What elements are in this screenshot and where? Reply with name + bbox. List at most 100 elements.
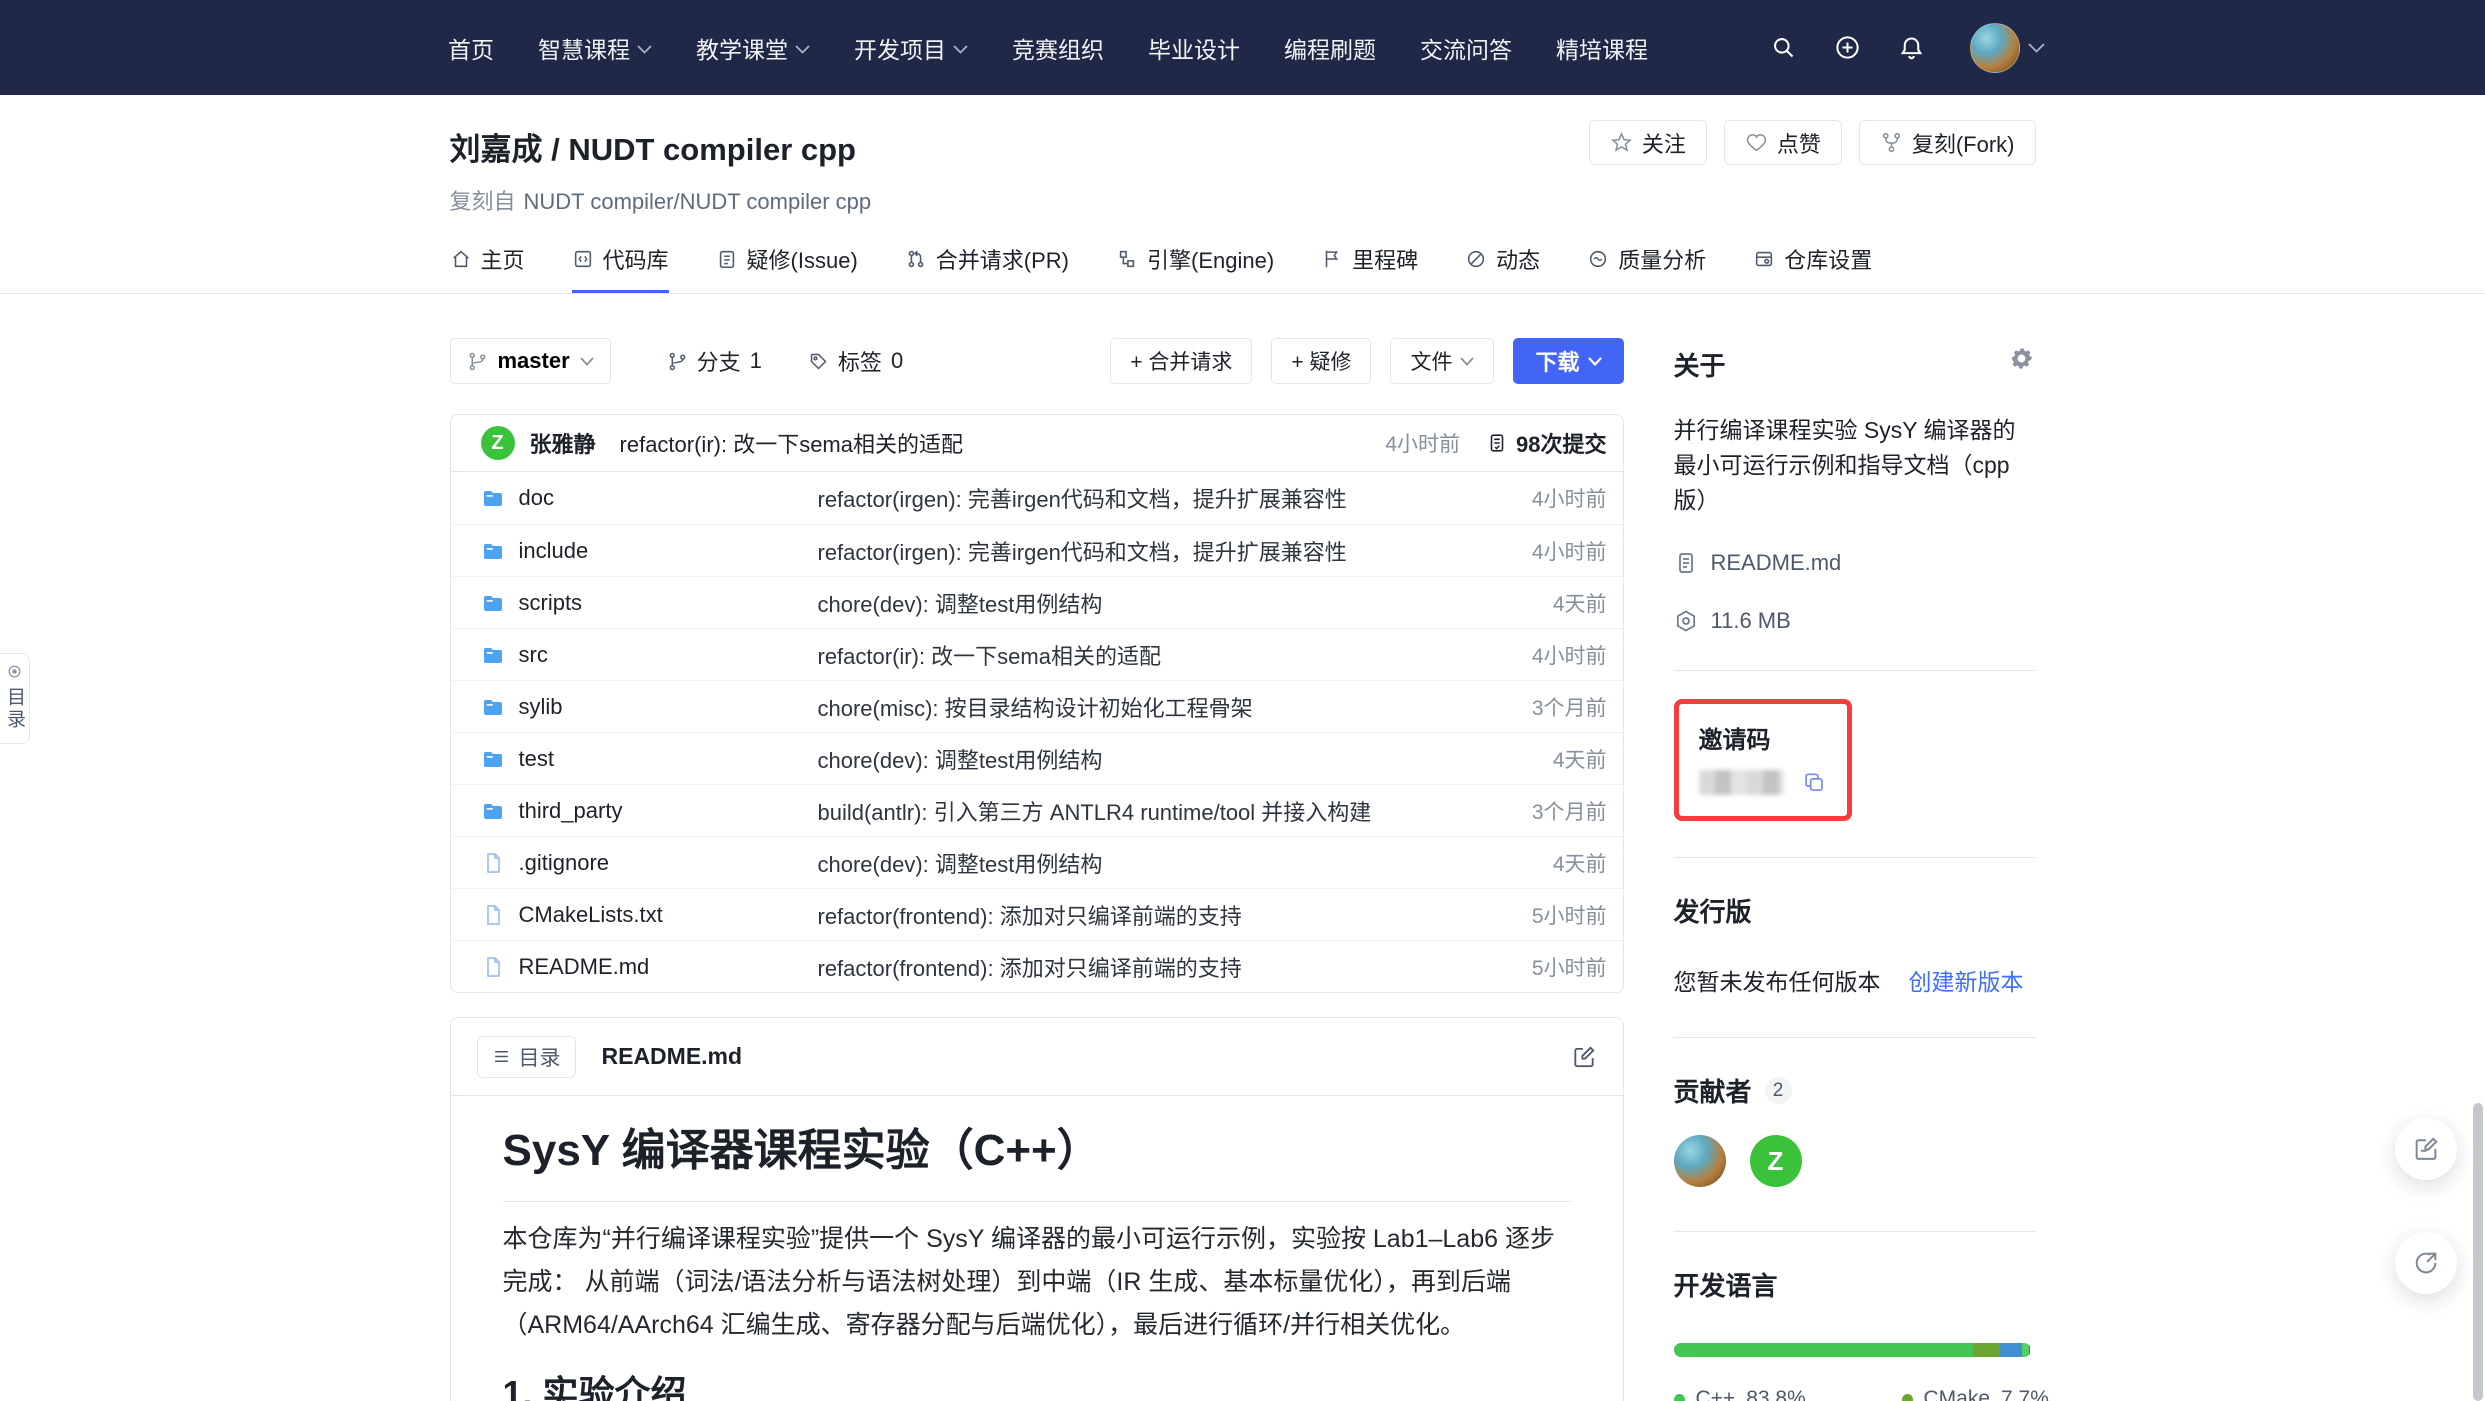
bell-icon[interactable]	[1898, 34, 1925, 61]
nav-item-competitions[interactable]: 竞赛组织	[1012, 31, 1104, 65]
pull-request-icon	[905, 248, 927, 270]
activity-icon	[1465, 248, 1487, 270]
branch-selector[interactable]: master	[450, 338, 611, 384]
file-commit-message[interactable]: refactor(ir): 改一下sema相关的适配	[818, 639, 1467, 671]
nav-item-graduation[interactable]: 毕业设计	[1148, 31, 1240, 65]
contributor-avatar[interactable]: Z	[1750, 1135, 1802, 1187]
table-row[interactable]: third_party build(antlr): 引入第三方 ANTLR4 r…	[451, 784, 1623, 836]
toc-side-tab[interactable]: 目录	[0, 653, 30, 744]
table-row[interactable]: include refactor(irgen): 完善irgen代码和文档，提升…	[451, 524, 1623, 576]
commits-link[interactable]: 98次提交	[1486, 427, 1606, 459]
tab-home[interactable]: 主页	[450, 243, 525, 293]
nav-item-premium-courses[interactable]: 精培课程	[1556, 31, 1648, 65]
readme-title: SysY 编译器课程实验（C++）	[503, 1126, 1571, 1177]
file-commit-message[interactable]: build(antlr): 引入第三方 ANTLR4 runtime/tool …	[818, 795, 1467, 827]
file-commit-message[interactable]: chore(dev): 调整test用例结构	[818, 743, 1467, 775]
file-commit-message[interactable]: chore(misc): 按目录结构设计初始化工程骨架	[818, 691, 1467, 723]
new-pr-button[interactable]: + 合并请求	[1110, 338, 1252, 384]
gear-icon[interactable]	[2009, 346, 2034, 371]
edit-icon[interactable]	[1571, 1044, 1597, 1070]
share-button[interactable]	[2395, 1232, 2457, 1294]
file-link[interactable]: third_party	[481, 798, 818, 824]
nav-item-qa[interactable]: 交流问答	[1420, 31, 1512, 65]
table-row[interactable]: scripts chore(dev): 调整test用例结构 4天前	[451, 576, 1623, 628]
file-link[interactable]: doc	[481, 485, 818, 511]
file-icon	[481, 851, 505, 875]
commit-author-avatar[interactable]: Z	[481, 426, 515, 460]
fork-icon	[1880, 131, 1903, 154]
commit-author[interactable]: 张雅静	[530, 427, 596, 459]
table-row[interactable]: src refactor(ir): 改一下sema相关的适配 4小时前	[451, 628, 1623, 680]
file-commit-message[interactable]: refactor(irgen): 完善irgen代码和文档，提升扩展兼容性	[818, 482, 1467, 514]
table-row[interactable]: doc refactor(irgen): 完善irgen代码和文档，提升扩展兼容…	[451, 472, 1623, 524]
download-button[interactable]: 下载	[1513, 338, 1623, 384]
file-link[interactable]: test	[481, 746, 818, 772]
like-button[interactable]: 点赞	[1724, 120, 1842, 165]
file-commit-time: 3个月前	[1467, 796, 1607, 826]
chevron-down-icon	[580, 357, 594, 366]
file-link[interactable]: src	[481, 642, 818, 668]
file-link[interactable]: include	[481, 538, 818, 564]
tab-code[interactable]: 代码库	[572, 243, 669, 293]
folder-icon	[481, 539, 505, 563]
copy-icon[interactable]	[1802, 769, 1827, 796]
nav-item-smart-courses[interactable]: 智慧课程	[538, 31, 652, 65]
file-menu-button[interactable]: 文件	[1390, 338, 1494, 384]
tags-link[interactable]: 标签0	[808, 345, 903, 377]
chevron-down-icon	[637, 45, 652, 54]
plus-circle-icon[interactable]	[1834, 34, 1861, 61]
repo-size: 11.6 MB	[1674, 608, 2036, 634]
readme-link[interactable]: README.md	[1674, 550, 2036, 576]
file-link[interactable]: .gitignore	[481, 850, 818, 876]
fork-button[interactable]: 复刻(Fork)	[1859, 120, 2036, 165]
file-commit-message[interactable]: refactor(frontend): 添加对只编译前端的支持	[818, 951, 1467, 983]
repo-main-column: master 分支1 标签0 + 合并请求	[450, 294, 1624, 1401]
file-link[interactable]: sylib	[481, 694, 818, 720]
repo-settings-icon	[1753, 248, 1775, 270]
divider	[1674, 1231, 2036, 1232]
table-row[interactable]: test chore(dev): 调整test用例结构 4天前	[451, 732, 1623, 784]
tab-activity[interactable]: 动态	[1465, 243, 1540, 293]
tab-pull-requests[interactable]: 合并请求(PR)	[905, 243, 1069, 293]
file-link[interactable]: CMakeLists.txt	[481, 902, 818, 928]
tab-settings[interactable]: 仓库设置	[1753, 243, 1872, 293]
file-link[interactable]: scripts	[481, 590, 818, 616]
repository-page: 首页 智慧课程 教学课堂 开发项目 竞赛组织 毕业设计 编程刷题 交流问答 精培…	[0, 0, 2485, 1401]
contributor-avatar[interactable]	[1674, 1135, 1726, 1187]
language-item: CMake7.7%	[1902, 1387, 2052, 1401]
file-commit-message[interactable]: chore(dev): 调整test用例结构	[818, 587, 1467, 619]
tab-quality[interactable]: 质量分析	[1587, 243, 1706, 293]
feedback-button[interactable]	[2395, 1118, 2457, 1180]
scrollbar-thumb[interactable]	[2473, 1103, 2483, 1401]
file-commit-time: 4小时前	[1467, 640, 1607, 670]
file-commit-message[interactable]: refactor(irgen): 完善irgen代码和文档，提升扩展兼容性	[818, 535, 1467, 567]
tab-issues[interactable]: 疑修(Issue)	[716, 243, 858, 293]
file-commit-message[interactable]: chore(dev): 调整test用例结构	[818, 847, 1467, 879]
watch-button[interactable]: 关注	[1589, 120, 1707, 165]
table-row[interactable]: CMakeLists.txt refactor(frontend): 添加对只编…	[451, 888, 1623, 940]
table-row[interactable]: sylib chore(misc): 按目录结构设计初始化工程骨架 3个月前	[451, 680, 1623, 732]
table-row[interactable]: README.md refactor(frontend): 添加对只编译前端的支…	[451, 940, 1623, 992]
folder-icon	[481, 695, 505, 719]
readme-header: 目录 README.md	[451, 1018, 1623, 1096]
new-issue-button[interactable]: + 疑修	[1271, 338, 1371, 384]
tab-engine[interactable]: 引擎(Engine)	[1116, 243, 1274, 293]
tab-milestones[interactable]: 里程碑	[1321, 243, 1418, 293]
language-bar-segment	[1674, 1343, 1973, 1357]
toc-button[interactable]: 目录	[477, 1036, 576, 1078]
folder-icon	[481, 486, 505, 510]
forked-from-repo[interactable]: NUDT compiler/NUDT compiler cpp	[524, 189, 872, 214]
user-menu[interactable]	[1970, 23, 2045, 73]
user-avatar[interactable]	[1970, 23, 2020, 73]
branches-link[interactable]: 分支1	[667, 345, 762, 377]
nav-item-coding-practice[interactable]: 编程刷题	[1284, 31, 1376, 65]
commit-message[interactable]: refactor(ir): 改一下sema相关的适配	[620, 427, 963, 459]
file-commit-message[interactable]: refactor(frontend): 添加对只编译前端的支持	[818, 899, 1467, 931]
nav-item-home[interactable]: 首页	[448, 31, 494, 65]
table-row[interactable]: .gitignore chore(dev): 调整test用例结构 4天前	[451, 836, 1623, 888]
file-link[interactable]: README.md	[481, 954, 818, 980]
create-release-link[interactable]: 创建新版本	[1909, 963, 2024, 997]
nav-item-dev-projects[interactable]: 开发项目	[854, 31, 968, 65]
search-icon[interactable]	[1770, 34, 1797, 61]
nav-item-teaching[interactable]: 教学课堂	[696, 31, 810, 65]
